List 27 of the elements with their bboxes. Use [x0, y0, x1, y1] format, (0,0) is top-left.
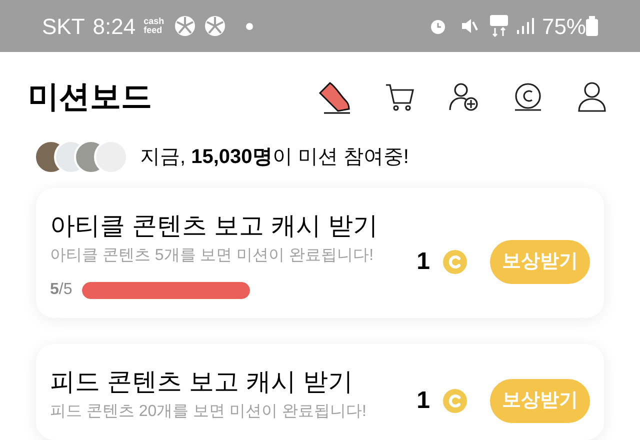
mission-title: 피드 콘텐츠 보고 캐시 받기	[50, 367, 354, 398]
pinwheel-icon	[174, 15, 196, 37]
reward-amount: 1	[416, 247, 430, 277]
coin-icon	[442, 388, 468, 414]
mute-icon	[460, 17, 478, 35]
mission-description: 피드 콘텐츠 20개를 보면 미션이 완료됩니다!	[50, 402, 368, 422]
reward-amount: 1	[416, 386, 430, 416]
network-5g-icon	[490, 15, 508, 37]
progress-text: 5/5	[50, 280, 74, 300]
participation-text: 지금, 15,030명이 미션 참여중!	[140, 145, 409, 170]
battery-text: 75%	[542, 12, 586, 40]
cart-icon[interactable]	[384, 81, 416, 113]
clock-text: 8:24	[92, 12, 136, 40]
mission-description: 아티클 콘텐츠 5개를 보면 미션이 완료됩니다!	[50, 246, 375, 266]
add-friend-icon[interactable]	[448, 81, 480, 113]
pinwheel-icon	[204, 15, 226, 37]
carrier-text: SKT	[42, 12, 85, 40]
coin-icon	[442, 249, 468, 275]
claim-reward-button[interactable]: 보상받기	[490, 378, 590, 424]
cash-coin-icon[interactable]	[512, 81, 544, 113]
profile-icon[interactable]	[576, 81, 608, 113]
page-title: 미션보드	[28, 78, 152, 116]
battery-icon	[586, 16, 598, 36]
signal-icon	[516, 17, 534, 35]
claim-reward-button[interactable]: 보상받기	[490, 240, 590, 284]
app-badge-text: cash feed	[144, 17, 166, 35]
mission-title: 아티클 콘텐츠 보고 캐시 받기	[50, 211, 379, 242]
